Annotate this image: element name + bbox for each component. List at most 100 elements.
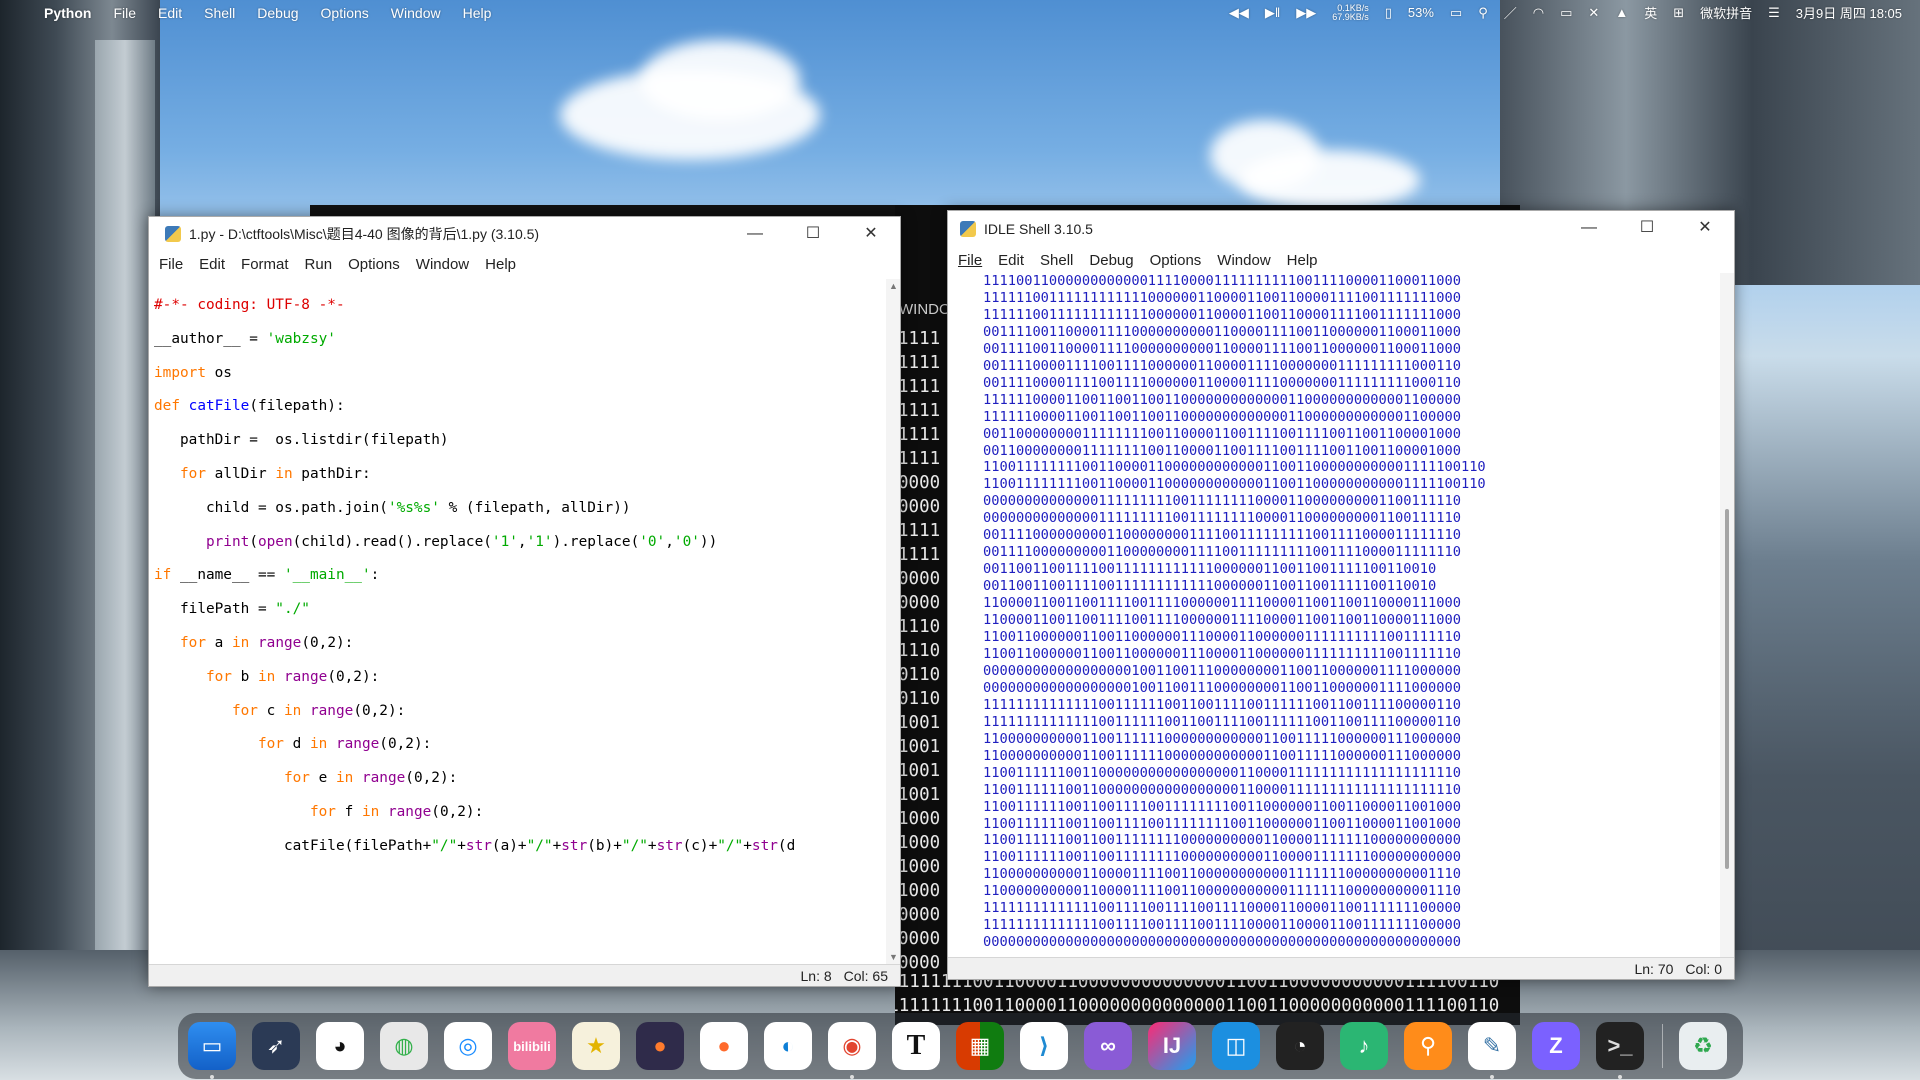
battery-icon[interactable]: ▭	[1450, 5, 1462, 21]
python-shell-icon	[960, 221, 976, 237]
vscode-icon[interactable]: ⟩	[1020, 1022, 1068, 1070]
menu-options[interactable]: Options	[1150, 252, 1202, 269]
menu-file[interactable]: File	[159, 256, 183, 273]
menu-debug[interactable]: Debug	[1089, 252, 1133, 269]
firefox-icon[interactable]: ●	[636, 1022, 684, 1070]
input-lang[interactable]: 英	[1644, 3, 1657, 22]
code-editor[interactable]: #-*- coding: UTF-8 -*- __author__ = 'wab…	[154, 280, 795, 889]
menu-edit[interactable]: Edit	[199, 256, 225, 273]
editor-statusbar: Ln: 8 Col: 65	[149, 964, 900, 986]
ime-grid-icon[interactable]: ⊞	[1673, 5, 1684, 21]
menu-file[interactable]: File	[958, 252, 982, 269]
finder-icon[interactable]: ▭	[188, 1022, 236, 1079]
terminal-icon[interactable]: >_	[1596, 1022, 1644, 1079]
menubar-shell[interactable]: Shell	[204, 5, 235, 21]
office-icon[interactable]: ▦	[956, 1022, 1004, 1070]
menubar-window[interactable]: Window	[391, 5, 441, 21]
phone-icon[interactable]: ▯	[1385, 5, 1392, 21]
qq-icon[interactable]: ◕	[316, 1022, 364, 1070]
edge-icon[interactable]: ◐	[764, 1022, 812, 1070]
close-button[interactable]: ✕	[842, 217, 900, 251]
shell-scroll-thumb[interactable]	[1725, 509, 1729, 869]
menubar-file[interactable]: File	[113, 5, 136, 21]
code-line: __author__ = 'wabzsy'	[154, 330, 336, 347]
menubar-options[interactable]: Options	[321, 5, 369, 21]
pen-icon[interactable]: ／	[1504, 3, 1517, 22]
editor-titlebar[interactable]: 1.py - D:\ctftools\Misc\题目4-40 图像的背后\1.p…	[149, 217, 900, 251]
notification-icon[interactable]: ▲	[1615, 5, 1628, 20]
shell-output-line: 1111110011111111111100000011000011001100…	[983, 289, 1461, 306]
launchpad-icon[interactable]: ➶	[252, 1022, 300, 1070]
menubar-edit[interactable]: Edit	[158, 5, 182, 21]
shell-titlebar[interactable]: IDLE Shell 3.10.5 — ☐ ✕	[948, 211, 1734, 247]
notes-icon[interactable]: ★	[572, 1022, 620, 1070]
control-center-icon[interactable]: ☰	[1768, 5, 1780, 21]
maximize-button[interactable]: ☐	[784, 217, 842, 251]
search-app-icon[interactable]: ⚲	[1404, 1022, 1452, 1070]
search-icon[interactable]: ⚲	[1478, 5, 1488, 21]
music-icon[interactable]: ♪	[1340, 1022, 1388, 1070]
shell-output[interactable]: 1111001100000000000011110000111111111100…	[983, 273, 1486, 951]
close-button[interactable]: ✕	[1676, 211, 1734, 245]
shell-output-line: 0000000000000000001001100111000000001100…	[983, 679, 1461, 696]
shell-output-line: 1100001100110011110011110000001111000011…	[983, 612, 1461, 629]
menu-help[interactable]: Help	[485, 256, 516, 273]
terminal-line: 0000	[898, 569, 941, 589]
menu-format[interactable]: Format	[241, 256, 289, 273]
datetime[interactable]: 3月9日 周四 18:05	[1796, 3, 1902, 22]
menu-edit[interactable]: Edit	[998, 252, 1024, 269]
shell-output-line: 1111110000110011001100110000000000000110…	[983, 408, 1461, 425]
play-pause-icon[interactable]: ▶‖	[1265, 5, 1280, 21]
minimize-button[interactable]: —	[726, 217, 784, 251]
rewind-icon[interactable]: ◀◀	[1229, 5, 1249, 21]
menubar-debug[interactable]: Debug	[257, 5, 298, 21]
code-line: for b in range(0,2):	[205, 668, 380, 685]
forward-icon[interactable]: ▶▶	[1296, 5, 1316, 21]
shell-output-line: 0011110011000011110000000000110000111100…	[983, 340, 1461, 357]
scroll-up-icon[interactable]: ▲	[889, 281, 898, 291]
wechat-icon[interactable]: ◍	[380, 1022, 428, 1070]
menu-shell[interactable]: Shell	[1040, 252, 1073, 269]
firefox-alt-icon[interactable]: ●	[700, 1022, 748, 1070]
input-method[interactable]: 微软拼音	[1700, 3, 1752, 22]
menu-help[interactable]: Help	[1287, 252, 1318, 269]
shell-output-line: 1100111111001100000000000000000110000111…	[983, 764, 1461, 781]
shell-output-line: 1100001100110011110011110000001111000011…	[983, 595, 1461, 612]
menu-window[interactable]: Window	[1217, 252, 1270, 269]
qq-browser-icon[interactable]: ◎	[444, 1022, 492, 1070]
obs-icon[interactable]: ◔	[1276, 1022, 1324, 1070]
zed-icon[interactable]: Z	[1532, 1022, 1580, 1070]
menu-options[interactable]: Options	[348, 256, 400, 273]
shell-window[interactable]: IDLE Shell 3.10.5 — ☐ ✕ File Edit Shell …	[947, 210, 1735, 980]
shell-output-line: 1100111111001100111111110000000000110000…	[983, 832, 1461, 849]
terminal-line: 1001	[898, 713, 941, 733]
chrome-icon[interactable]: ◉	[828, 1022, 876, 1079]
typora-icon[interactable]: T	[892, 1022, 940, 1070]
menu-window[interactable]: Window	[416, 256, 469, 273]
editor-window[interactable]: 1.py - D:\ctftools\Misc\题目4-40 图像的背后\1.p…	[148, 216, 901, 987]
terminal-line: 1000	[898, 809, 941, 829]
terminal-line: 0000	[898, 929, 941, 949]
shell-output-line: 1111111111111100111100111100111100001100…	[983, 900, 1461, 917]
display-icon[interactable]: ▭	[1560, 5, 1572, 21]
shell-scrollbar[interactable]	[1720, 273, 1734, 957]
menu-run[interactable]: Run	[305, 256, 333, 273]
mute-icon[interactable]: ✕	[1588, 5, 1599, 21]
wifi-icon[interactable]: ◠	[1533, 5, 1544, 21]
menubar-help[interactable]: Help	[463, 5, 492, 21]
python-app-icon[interactable]: ✎	[1468, 1022, 1516, 1079]
code-line: for f in range(0,2):	[309, 804, 484, 821]
visual-studio-icon[interactable]: ∞	[1084, 1022, 1132, 1070]
recycle-bin-icon[interactable]: ♻	[1679, 1022, 1727, 1070]
editor-scrollbar[interactable]: ▲ ▼	[886, 279, 900, 964]
intellij-icon[interactable]: IJ	[1148, 1022, 1196, 1070]
snipaste-icon[interactable]: ◫	[1212, 1022, 1260, 1070]
minimize-button[interactable]: —	[1560, 211, 1618, 245]
code-line: import os	[154, 364, 232, 381]
shell-output-line: 0000000000000011111111100111111110000110…	[983, 493, 1461, 510]
bilibili-icon[interactable]: bilibili	[508, 1022, 556, 1070]
menubar-app-name[interactable]: Python	[44, 5, 91, 21]
scroll-down-icon[interactable]: ▼	[889, 952, 898, 962]
maximize-button[interactable]: ☐	[1618, 211, 1676, 245]
shell-title: IDLE Shell 3.10.5	[984, 221, 1093, 237]
